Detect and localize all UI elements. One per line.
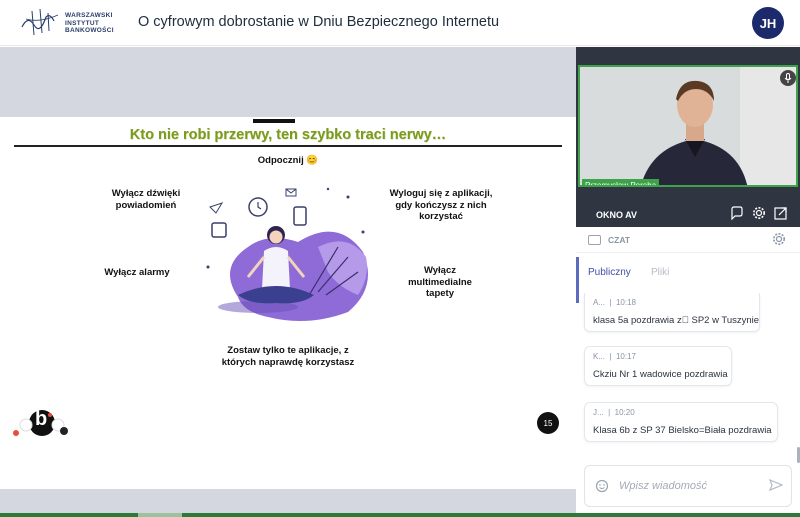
av-controls: [730, 206, 788, 221]
chat-header: CZAT: [576, 227, 800, 253]
chat-tabs: Publiczny Pliki: [576, 257, 800, 303]
tip-logout: Wyloguj się z aplikacji, gdy kończysz z …: [389, 188, 493, 222]
slide-page-number: 15: [537, 412, 559, 434]
message-meta: J... | 10:20: [593, 408, 635, 417]
user-avatar[interactable]: JH: [752, 7, 784, 39]
chat-header-label: CZAT: [608, 235, 631, 245]
settings-gear-icon[interactable]: [752, 206, 766, 220]
message-time: 10:18: [615, 298, 637, 307]
av-window-label: OKNO AV: [596, 210, 638, 220]
top-bar: WARSZAWSKI INSTYTUT BANKOWOŚCI O cyfrowy…: [0, 0, 800, 46]
meditation-illustration: [206, 187, 368, 321]
wib-logo: WARSZAWSKI INSTYTUT BANKOWOŚCI: [20, 7, 120, 39]
active-tab-indicator: [576, 257, 579, 303]
message-input[interactable]: [619, 476, 759, 496]
av-window: Przemysław Poręba OKNO AV: [576, 47, 800, 227]
popout-window-icon[interactable]: [774, 206, 788, 220]
tip-wallpapers: Wyłącz multimedialne tapety: [408, 265, 472, 299]
slide-divider: [14, 145, 562, 147]
message-text: klasa 5a pozdrawia z  SP2 w Tuszynie: [593, 315, 760, 326]
mic-button[interactable]: [780, 70, 796, 86]
logo-line-3: BANKOWOŚCI: [65, 27, 114, 34]
page-title: O cyfrowym dobrostanie w Dniu Bezpieczne…: [138, 14, 500, 30]
logo-line-2: INSTYTUT: [65, 19, 100, 27]
message-author: K...: [593, 352, 606, 361]
tip-alarms: Wyłącz alarmy: [104, 267, 170, 278]
message-author: A...: [593, 298, 606, 307]
message-author: J...: [593, 408, 604, 417]
chat-message: A... | 10:18 klasa 5a pozdrawia z  SP2 w…: [584, 293, 760, 332]
message-text: Ckziu Nr 1 wadowice pozdrawia: [593, 369, 728, 380]
message-meta: A... | 10:18: [593, 298, 637, 307]
tab-public[interactable]: Publiczny: [588, 267, 631, 278]
message-time: 10:17: [615, 352, 637, 361]
right-sidebar: Przemysław Poręba OKNO AV CZAT Publiczny…: [576, 47, 800, 513]
chat-bubble-icon[interactable]: [730, 206, 744, 221]
chat-settings-gear-icon[interactable]: [772, 232, 786, 251]
message-composer: [584, 465, 792, 507]
presenter-video[interactable]: Przemysław Poręba: [578, 65, 798, 187]
chat-message: J... | 10:20 Klasa 6b z SP 37 Bielsko=Bi…: [584, 402, 778, 442]
slide: Kto nie robi przerwy, ten szybko traci n…: [0, 117, 576, 489]
chat-message: K... | 10:17 Ckziu Nr 1 wadowice pozdraw…: [584, 346, 732, 386]
presenter-name: Przemysław Poręba: [582, 179, 660, 185]
send-icon[interactable]: [768, 478, 784, 497]
emoji-icon[interactable]: [595, 479, 609, 498]
presentation-stage: Kto nie robi przerwy, ten szybko traci n…: [0, 47, 576, 513]
bottom-progress-thumb[interactable]: [138, 513, 182, 517]
message-time: 10:20: [614, 408, 635, 417]
slide-title: Kto nie robi przerwy, ten szybko traci n…: [129, 127, 447, 143]
message-meta: K... | 10:17: [593, 352, 637, 361]
bottom-progress-bar: [0, 513, 800, 517]
slide-top-marker: [253, 119, 295, 123]
badge-letter: b: [35, 408, 48, 430]
message-text: Klasa 6b z SP 37 Bielsko=Biała pozdrawia: [593, 425, 772, 436]
tip-rest: Odpocznij 😊: [257, 155, 319, 166]
presenter-image: [580, 67, 796, 185]
mic-icon: [784, 73, 792, 83]
tip-sounds: Wyłącz dźwięki powiadomień: [111, 188, 181, 211]
tab-files[interactable]: Pliki: [651, 267, 669, 278]
chat-panel-icon: [588, 235, 601, 245]
wib-logo-mark: [21, 8, 59, 36]
badge-logo: b: [12, 405, 72, 439]
logo-line-1: WARSZAWSKI: [65, 12, 113, 19]
logo-text: WARSZAWSKI INSTYTUT BANKOWOŚCI: [65, 12, 114, 35]
tip-keep-apps: Zostaw tylko te aplikacje, z których nap…: [221, 345, 355, 368]
